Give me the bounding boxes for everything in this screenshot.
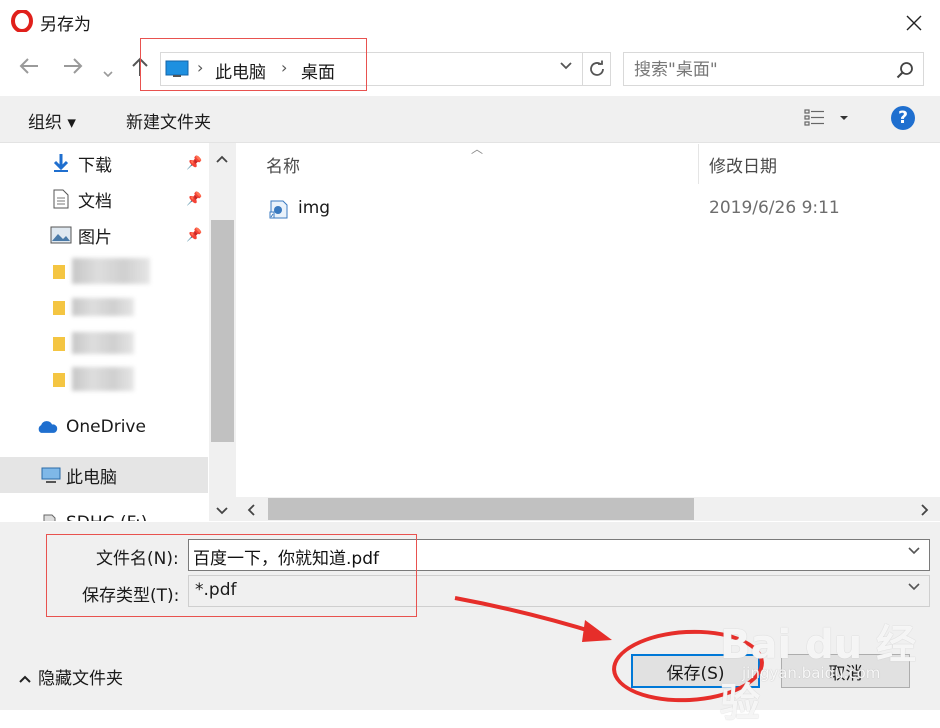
chevron-right-icon	[921, 504, 929, 516]
scroll-down-button[interactable]	[214, 502, 230, 522]
back-arrow-icon	[19, 58, 38, 74]
nav-item-label: 此电脑	[66, 467, 117, 488]
nav-item-this-pc[interactable]: 此电脑	[0, 457, 208, 493]
nav-item-folder[interactable]	[0, 289, 208, 325]
column-header-modified[interactable]: 修改日期	[709, 152, 777, 177]
sd-card-icon	[38, 513, 60, 521]
back-button[interactable]	[18, 56, 40, 82]
cloud-icon	[36, 417, 58, 437]
sort-ascending-icon: ︿	[471, 142, 484, 156]
chevron-left-icon	[247, 504, 255, 516]
nav-item-sd-card[interactable]: SDHC (F:)	[0, 505, 208, 521]
help-button[interactable]: ?	[891, 106, 915, 130]
search-box[interactable]	[623, 52, 924, 87]
forward-arrow-icon	[64, 58, 83, 74]
new-folder-button[interactable]: 新建文件夹	[126, 108, 211, 133]
search-input[interactable]	[624, 53, 896, 87]
nav-item-folder[interactable]	[0, 253, 208, 289]
nav-item-folder[interactable]	[0, 361, 208, 397]
nav-item-onedrive[interactable]: OneDrive	[0, 409, 208, 445]
nav-item-folder[interactable]	[0, 325, 208, 361]
folder-icon	[48, 333, 70, 353]
column-header-name[interactable]: 名称	[266, 152, 300, 177]
save-type-dropdown-button[interactable]	[907, 580, 921, 596]
chevron-down-icon	[103, 71, 113, 78]
nav-item-label: 图片	[78, 227, 112, 248]
title-bar	[0, 0, 940, 44]
scroll-right-button[interactable]	[918, 502, 930, 522]
chevron-down-icon	[560, 62, 572, 70]
refresh-button[interactable]	[583, 52, 611, 86]
nav-item-documents[interactable]: 文档 📌	[0, 181, 208, 217]
nav-item-pictures[interactable]: 图片 📌	[0, 217, 208, 253]
chevron-up-icon	[216, 155, 228, 163]
file-name: img	[298, 198, 331, 218]
recent-locations-button[interactable]	[102, 60, 114, 85]
file-modified-date: 2019/6/26 9:11	[709, 198, 840, 218]
column-divider[interactable]	[698, 144, 699, 184]
opera-logo-icon	[11, 9, 33, 33]
filename-field[interactable]	[188, 539, 930, 572]
computer-icon	[40, 465, 62, 485]
window-title: 另存为	[40, 15, 91, 35]
pin-icon: 📌	[186, 191, 203, 207]
address-dropdown-button[interactable]	[559, 59, 573, 75]
address-bar[interactable]: › 此电脑 › 桌面	[160, 52, 583, 86]
redacted-text	[72, 367, 134, 391]
refresh-icon	[589, 60, 604, 76]
breadcrumb-separator[interactable]: ›	[281, 58, 287, 77]
breadcrumb-separator[interactable]: ›	[197, 58, 203, 77]
save-type-value: *.pdf	[195, 580, 237, 600]
view-options-button[interactable]	[804, 108, 854, 133]
nav-item-label: 文档	[78, 191, 112, 212]
up-arrow-icon	[132, 57, 148, 76]
monitor-icon	[165, 60, 189, 78]
picture-icon	[50, 225, 72, 245]
folder-icon	[48, 369, 70, 389]
filename-dropdown-button[interactable]	[907, 544, 921, 560]
nav-item-downloads[interactable]: 下载 📌	[0, 145, 208, 181]
organize-button[interactable]: 组织 ▾	[28, 108, 76, 133]
horizontal-scrollbar-thumb[interactable]	[268, 498, 694, 520]
nav-item-label: 下载	[78, 155, 112, 176]
folder-icon	[48, 261, 70, 281]
redacted-text	[72, 258, 150, 284]
redacted-text	[72, 298, 134, 316]
breadcrumb-this-pc[interactable]: 此电脑	[215, 58, 266, 83]
close-button[interactable]	[890, 6, 938, 40]
chevron-down-icon	[908, 583, 920, 591]
chevron-up-icon	[19, 675, 31, 683]
filename-input[interactable]	[189, 540, 895, 572]
file-row[interactable]: img 2019/6/26 9:11	[260, 192, 940, 228]
nav-item-label: SDHC (F:)	[66, 513, 147, 521]
chevron-down-icon	[908, 547, 920, 555]
scroll-left-button[interactable]	[246, 502, 258, 522]
navigation-pane: 下载 📌 文档 📌 图片 📌 OneDrive 此电脑	[0, 143, 236, 521]
hide-folders-label: 隐藏文件夹	[38, 669, 123, 689]
folder-icon	[48, 297, 70, 317]
save-type-label: 保存类型(T):	[82, 586, 180, 606]
download-arrow-icon	[50, 153, 72, 173]
watermark-url: jingyan.baidu.com	[742, 664, 881, 682]
chevron-down-icon	[216, 507, 228, 515]
nav-scrollbar-thumb[interactable]	[211, 220, 234, 442]
nav-item-label: OneDrive	[66, 417, 146, 437]
redacted-text	[72, 332, 134, 354]
forward-button[interactable]	[62, 56, 84, 82]
search-icon[interactable]	[892, 57, 918, 83]
scroll-up-button[interactable]	[214, 150, 230, 170]
details-view-icon	[804, 109, 848, 126]
up-button[interactable]	[130, 56, 150, 84]
filename-label: 文件名(N):	[96, 549, 179, 569]
close-icon	[906, 15, 922, 31]
pin-icon: 📌	[186, 227, 203, 243]
hide-folders-toggle[interactable]: 隐藏文件夹	[18, 664, 123, 689]
pin-icon: 📌	[186, 155, 203, 171]
annotation-arrow	[454, 596, 612, 642]
shortcut-file-icon	[268, 198, 290, 220]
document-icon	[50, 189, 72, 209]
breadcrumb-desktop[interactable]: 桌面	[301, 58, 335, 83]
